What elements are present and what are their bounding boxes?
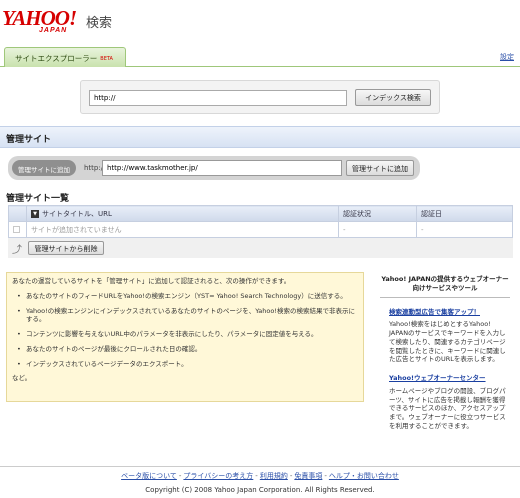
row-checkbox-cell (8, 221, 27, 238)
column-header-title[interactable]: ▼ サイトタイトル、URL (26, 205, 339, 222)
column-header-date: 認証日 (416, 205, 513, 222)
add-site-label: 管理サイトに追加 (12, 160, 76, 176)
footer-separator: - (289, 472, 293, 480)
section-title-managed-sites: 管理サイト (0, 126, 520, 148)
info-etc: など。 (12, 374, 32, 383)
sidebar: Yahoo! JAPANの提供するウェブオーナー向けサービスやツール 検索連動型… (380, 275, 510, 431)
info-box: あなたの運営しているサイトを「管理サイト」に追加して認証されると、次の操作ができ… (6, 272, 364, 402)
copyright: Copyright (C) 2008 Yahoo Japan Corporati… (145, 486, 375, 494)
index-search-button[interactable]: インデックス検索 (355, 89, 431, 106)
table-header-row: ▼ サイトタイトル、URL 認証状況 認証日 (8, 205, 513, 222)
logo-search-text: 検索 (86, 16, 113, 31)
search-box: インデックス検索 (80, 80, 440, 114)
settings-link[interactable]: 設定 (500, 52, 514, 62)
table-action-row: ⤴ 管理サイトから削除 (8, 238, 513, 258)
list-item: あなたのサイトのフィードURLをYahoo!の検索エンジン（YST= Yahoo… (12, 292, 358, 301)
add-site-panel: 管理サイトに追加 http:// 管理サイトに追加 (8, 156, 420, 180)
info-list: あなたのサイトのフィードURLをYahoo!の検索エンジン（YST= Yahoo… (12, 292, 358, 369)
tab-site-explorer[interactable]: サイトエクスプローラー BETA (4, 47, 126, 67)
column-title-label: サイトタイトル、URL (42, 209, 112, 218)
add-site-button[interactable]: 管理サイトに追加 (346, 160, 414, 176)
sidebar-title: Yahoo! JAPANの提供するウェブオーナー向けサービスやツール (380, 275, 510, 298)
empty-message: サイトが追加されていません (26, 221, 339, 238)
footer-separator: - (178, 472, 182, 480)
list-item: コンテンツに影響を与えないURL中のパラメータを非表示にしたり、パラメータに固定… (12, 330, 358, 339)
footer-link-privacy[interactable]: プライバシーの考え方 (183, 472, 253, 480)
header-checkbox-cell (8, 205, 27, 222)
header: YAHOO! JAPAN 検索 (0, 0, 520, 46)
footer-link-terms[interactable]: 利用規約 (260, 472, 288, 480)
search-input[interactable] (89, 90, 347, 106)
add-site-input[interactable] (102, 160, 342, 176)
arrow-up-icon: ⤴ (12, 245, 22, 256)
footer-link-help[interactable]: ヘルプ・お問い合わせ (329, 472, 399, 480)
site-list-title: 管理サイト一覧 (6, 194, 70, 204)
footer-separator: - (324, 472, 327, 480)
footer-link-beta[interactable]: ベータ版について (121, 472, 177, 480)
list-item: あなたのサイトのページが最後にクロールされた日の確認。 (12, 345, 358, 354)
logo-japan-text: JAPAN (39, 27, 68, 34)
tab-label: サイトエクスプローラー (15, 54, 98, 63)
sidebar-text-search-ads: Yahoo!検索をはじめとするYahoo! JAPANのサービスでキーワードを入… (389, 320, 506, 364)
list-item: Yahoo!の検索エンジンにインデックスされているあなたのサイトのページを、Ya… (12, 307, 358, 325)
footer-separator: - (255, 472, 258, 480)
table-row: サイトが追加されていません - - (8, 221, 513, 238)
site-table: ▼ サイトタイトル、URL 認証状況 認証日 サイトが追加されていません - - (8, 205, 513, 238)
sort-down-icon[interactable]: ▼ (31, 209, 39, 218)
sidebar-link-search-ads[interactable]: 検索連動型広告で集客アップ！ (389, 308, 510, 317)
empty-status: - (338, 221, 417, 238)
sidebar-text-webowner-center: ホームページやブログの開設、ブログパーツ、サイトに広告を掲載し報酬を獲得できるサ… (389, 386, 506, 430)
list-item: インデックスされているページデータのエクスポート。 (12, 360, 358, 369)
beta-badge: BETA (100, 56, 113, 62)
sidebar-link-webowner-center[interactable]: Yahoo!ウェブオーナーセンター (389, 374, 510, 383)
column-header-status: 認証状況 (338, 205, 417, 222)
row-checkbox[interactable] (13, 226, 20, 233)
footer: ベータ版について - プライバシーの考え方 - 利用規約 - 免責事項 - ヘルプ・お問い合わせ… (0, 466, 520, 494)
empty-date: - (416, 221, 513, 238)
remove-site-button[interactable]: 管理サイトから削除 (28, 241, 104, 255)
footer-link-disclaimer[interactable]: 免責事項 (294, 472, 322, 480)
navbar: サイトエクスプローラー BETA 設定 (0, 47, 520, 67)
footer-links: ベータ版について - プライバシーの考え方 - 利用規約 - 免責事項 - ヘルプ・お問い合わせ (0, 471, 520, 481)
info-intro: あなたの運営しているサイトを「管理サイト」に追加して認証されると、次の操作ができ… (12, 277, 291, 285)
